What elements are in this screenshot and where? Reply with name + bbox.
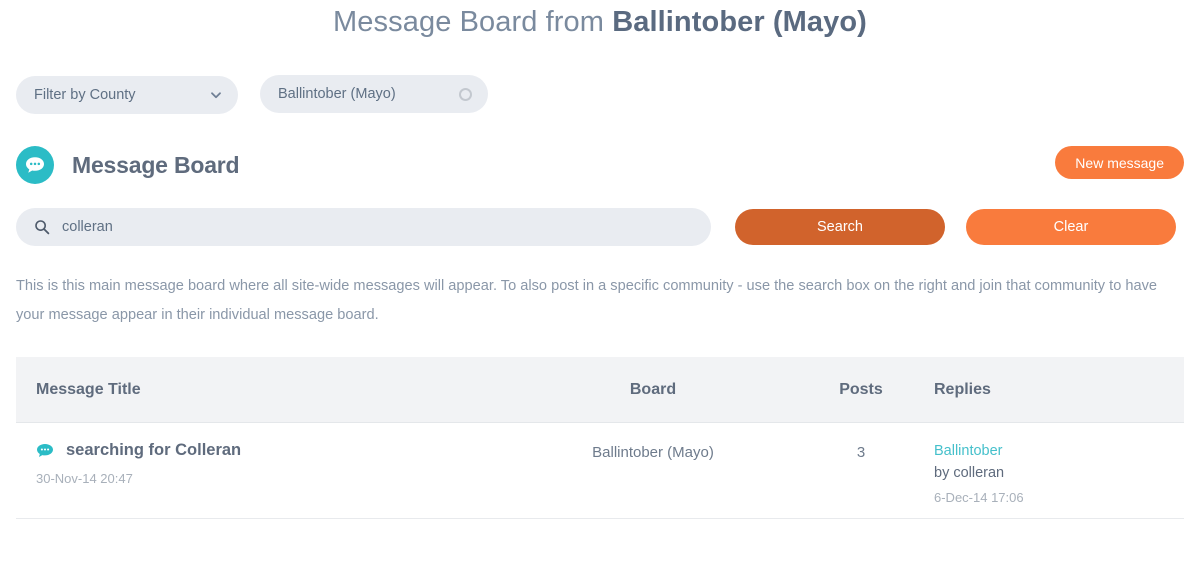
column-header-replies: Replies: [934, 380, 991, 398]
page-title-community: Ballintober (Mayo): [612, 6, 867, 38]
search-button[interactable]: Search: [735, 209, 945, 245]
county-filter-label: Filter by County: [34, 87, 136, 103]
message-title-link[interactable]: searching for Colleran: [66, 441, 241, 460]
message-date: 30-Nov-14 20:47: [36, 471, 133, 486]
reply-board-link[interactable]: Ballintober: [934, 443, 1164, 459]
board-description: This is this main message board where al…: [16, 278, 1158, 323]
selected-community-label: Ballintober (Mayo): [278, 86, 396, 102]
column-header-board: Board: [629, 380, 677, 398]
speech-bubble-icon: [16, 146, 54, 184]
reply-author: by colleran: [934, 465, 1005, 481]
message-title-line[interactable]: searching for Colleran: [36, 441, 510, 460]
column-header-message-title: Message Title: [36, 380, 141, 398]
clear-button[interactable]: Clear: [966, 209, 1176, 245]
page-root: Message Board from Ballintober (Mayo) Fi…: [0, 0, 1200, 576]
board-header: Message Board New message: [16, 142, 1184, 188]
search-input[interactable]: colleran: [16, 208, 711, 246]
cell-message-title: searching for Colleran 30-Nov-14 20:47: [16, 441, 510, 486]
message-table: Message Title Board Posts Replies search…: [16, 357, 1184, 519]
cell-replies: Ballintober by colleran 6-Dec-14 17:06: [926, 441, 1164, 505]
page-title: Message Board from Ballintober (Mayo): [16, 0, 1184, 42]
reply-date: 6-Dec-14 17:06: [934, 490, 1024, 505]
search-icon: [35, 220, 50, 235]
filter-row: Filter by County Ballintober (Mayo): [16, 75, 1184, 114]
search-row: colleran Search Clear: [16, 208, 1184, 246]
county-filter-dropdown[interactable]: Filter by County: [16, 76, 238, 114]
new-message-button[interactable]: New message: [1055, 146, 1184, 179]
board-title: Message Board: [72, 151, 240, 178]
table-header-row: Message Title Board Posts Replies: [16, 357, 1184, 423]
circle-icon[interactable]: [459, 87, 472, 101]
cell-posts: 3: [856, 444, 866, 461]
search-input-value: colleran: [62, 219, 113, 235]
selected-community-pill[interactable]: Ballintober (Mayo): [260, 75, 488, 113]
table-row[interactable]: searching for Colleran 30-Nov-14 20:47 B…: [16, 423, 1184, 519]
column-header-posts: Posts: [839, 380, 883, 398]
speech-bubble-icon: [37, 443, 53, 457]
page-title-prefix: Message Board from: [333, 6, 613, 38]
cell-board: Ballintober (Mayo): [592, 444, 714, 461]
chevron-down-icon: [211, 92, 221, 99]
